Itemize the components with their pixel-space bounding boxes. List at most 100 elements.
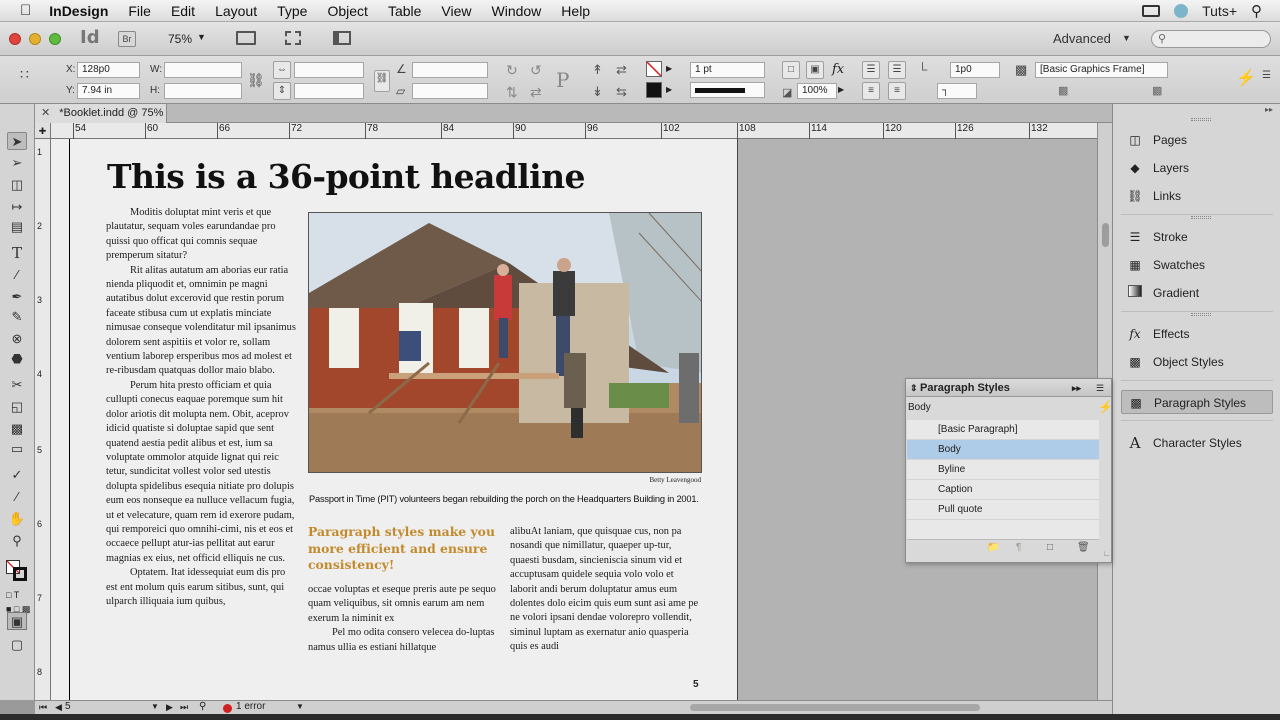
page-tool-icon[interactable]: ◫	[7, 176, 27, 194]
polygon-tool-icon[interactable]: ⬣	[7, 350, 27, 368]
zoom-tool-icon[interactable]: ⚲	[7, 532, 27, 550]
free-transform-tool-icon[interactable]: ◱	[7, 398, 27, 416]
panel-collapse-icon[interactable]: ⇕	[910, 379, 918, 397]
scissors-tool-icon[interactable]: ✂	[7, 376, 27, 394]
fit-content-icon[interactable]: ≡	[888, 82, 906, 100]
opacity-dropdown-icon[interactable]: ▶	[838, 85, 844, 94]
panel-menu-icon[interactable]: ☰	[1096, 379, 1104, 397]
minimize-window-button[interactable]	[29, 33, 41, 45]
dock-item-gradient[interactable]: Gradient	[1121, 281, 1273, 305]
rotate-angle-field[interactable]	[412, 62, 488, 78]
style-basic-paragraph[interactable]: [Basic Paragraph]	[907, 420, 1099, 440]
stroke-weight-field[interactable]: 1 pt	[690, 62, 765, 78]
zoom-window-button[interactable]	[49, 33, 61, 45]
horizontal-scroll-thumb[interactable]	[690, 704, 980, 711]
new-style-group-icon[interactable]: 📁	[987, 542, 999, 553]
pen-tool-icon[interactable]: ✒	[7, 288, 27, 306]
close-tab-icon[interactable]: ✕	[41, 107, 50, 119]
preflight-profile-icon[interactable]: ⚲	[199, 701, 206, 712]
flip-vertical-icon[interactable]: ⇄	[530, 84, 542, 101]
photo-credit[interactable]: Betty Leavengood	[611, 476, 701, 484]
style-pull-quote[interactable]: Pull quote	[907, 500, 1099, 520]
align-left-icon[interactable]: ☰	[862, 61, 880, 79]
corner-shape-dropdown[interactable]: ┐	[937, 83, 977, 99]
panel-group-grip[interactable]	[1191, 216, 1211, 219]
line-tool-icon[interactable]: ∕	[7, 266, 27, 284]
preflight-dropdown-icon[interactable]: ▼	[296, 702, 304, 711]
dock-item-stroke[interactable]: ☰ Stroke	[1121, 225, 1273, 249]
zoom-level[interactable]: 75%	[168, 32, 192, 46]
camera-icon[interactable]	[1142, 5, 1161, 17]
quick-apply-lightning-icon[interactable]: ⚡	[1098, 400, 1113, 414]
constrain-proportions-icon[interactable]: ⛓	[247, 72, 265, 89]
panel-group-grip[interactable]	[1191, 118, 1211, 121]
menu-file[interactable]: File	[118, 3, 161, 19]
menu-layout[interactable]: Layout	[205, 3, 267, 19]
scale-x-field[interactable]	[294, 62, 364, 78]
stroke-type-dropdown[interactable]	[690, 82, 765, 98]
measure-tool-icon[interactable]: ∕	[7, 488, 27, 506]
select-content-icon[interactable]: ↡	[592, 84, 603, 100]
quick-apply-icon[interactable]: ⚡	[1236, 68, 1256, 88]
tuts-menu[interactable]: Tuts+	[1202, 3, 1237, 19]
preflight-error-count[interactable]: 1 error	[236, 701, 265, 712]
menu-help[interactable]: Help	[551, 3, 600, 19]
style-byline[interactable]: Byline	[907, 460, 1099, 480]
workspace-dropdown-icon[interactable]: ▼	[1122, 33, 1131, 43]
dock-item-character-styles[interactable]: A Character Styles	[1121, 431, 1273, 455]
eyedropper-tool-icon[interactable]: ✓	[7, 466, 27, 484]
flip-icon[interactable]: ⇅	[506, 84, 518, 101]
view-options-icon[interactable]	[236, 31, 256, 45]
menu-table[interactable]: Table	[378, 3, 431, 19]
style-caption[interactable]: Caption	[907, 480, 1099, 500]
style-body[interactable]: Body	[907, 440, 1099, 460]
y-field[interactable]: 7.94 in	[77, 83, 140, 99]
last-page-icon[interactable]: ⏭	[180, 702, 188, 713]
drop-shadow-icon[interactable]: ▣	[806, 61, 824, 79]
dock-item-paragraph-styles[interactable]: ▩ Paragraph Styles	[1121, 390, 1273, 414]
menu-object[interactable]: Object	[317, 3, 377, 19]
opacity-field[interactable]: 100%	[797, 83, 837, 99]
headline[interactable]: This is a 36-point headline	[107, 157, 586, 196]
help-search-input[interactable]: ⚲	[1151, 30, 1271, 48]
redefine-style-icon[interactable]: ▩	[1152, 84, 1162, 97]
previous-page-icon[interactable]: ◀	[55, 702, 62, 713]
panel-title-bar[interactable]: ⇕ Paragraph Styles ▸▸ ☰	[906, 379, 1111, 397]
control-panel-menu-icon[interactable]: ☰	[1262, 70, 1271, 81]
rotate-cw-icon[interactable]: ↻	[506, 62, 518, 79]
clear-overrides-icon[interactable]: ▩	[1058, 84, 1068, 97]
scale-y-field[interactable]	[294, 83, 364, 99]
select-previous-icon[interactable]: ⇆	[616, 84, 627, 100]
menu-window[interactable]: Window	[482, 3, 552, 19]
page-dropdown-icon[interactable]: ▼	[151, 702, 159, 711]
fx-icon[interactable]: fx	[832, 62, 844, 77]
body-text-column-2[interactable]: occae voluptas et eseque preris aute pe …	[308, 583, 498, 655]
stroke-dropdown-icon[interactable]: ▶	[666, 85, 672, 94]
gradient-swatch-tool-icon[interactable]: ▩	[7, 420, 27, 438]
fit-frame-icon[interactable]: ≡	[862, 82, 880, 100]
panel-group-grip[interactable]	[1191, 313, 1211, 316]
menu-edit[interactable]: Edit	[161, 3, 205, 19]
dock-item-effects[interactable]: fx Effects	[1121, 322, 1273, 346]
dock-item-layers[interactable]: ◆ Layers	[1121, 156, 1273, 180]
menu-view[interactable]: View	[431, 3, 481, 19]
fill-dropdown-icon[interactable]: ▶	[666, 64, 672, 73]
pull-quote[interactable]: Paragraph styles make you more efficient…	[308, 524, 498, 574]
zoom-dropdown-icon[interactable]: ▼	[197, 32, 206, 42]
text-wrap-none-icon[interactable]: □	[782, 61, 800, 79]
ruler-origin-icon[interactable]: ✚	[35, 123, 51, 139]
arrange-documents-icon[interactable]	[333, 31, 351, 45]
height-field[interactable]	[164, 83, 242, 99]
pencil-tool-icon[interactable]: ✎	[7, 308, 27, 326]
width-field[interactable]	[164, 62, 242, 78]
panel-expand-icon[interactable]: ▸▸	[1072, 379, 1081, 397]
rotate-ccw-icon[interactable]: ↺	[530, 62, 542, 79]
dock-item-links[interactable]: ⛓ Links	[1121, 184, 1273, 208]
gap-tool-icon[interactable]: ↦	[7, 198, 27, 216]
select-container-icon[interactable]: ↟	[592, 62, 603, 78]
selection-tool-icon[interactable]: ➤	[7, 132, 27, 150]
close-window-button[interactable]	[9, 33, 21, 45]
select-next-icon[interactable]: ⇄	[616, 62, 627, 78]
corner-size-field[interactable]: 1p0	[950, 62, 1000, 78]
stroke-color-swatch[interactable]	[13, 567, 27, 581]
